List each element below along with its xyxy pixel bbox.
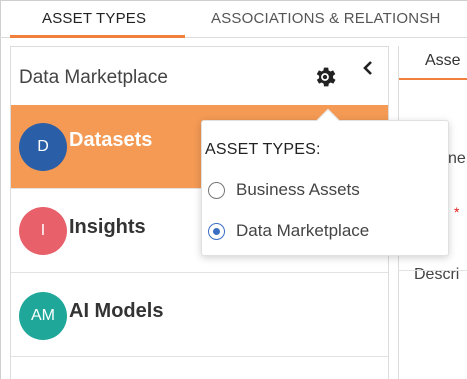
item-label: Datasets (69, 129, 153, 151)
panel-header: Data Marketplace (11, 47, 388, 105)
tab-associations-relationships[interactable]: ASSOCIATIONS & RELATIONSH (211, 10, 441, 27)
field-label-name: ne (448, 150, 466, 167)
item-label: AI Models (69, 300, 164, 322)
radio-unchecked-icon[interactable] (208, 181, 225, 199)
popover-title: ASSET TYPES: (205, 141, 321, 158)
active-tab-indicator (10, 35, 185, 38)
divider (398, 270, 467, 271)
frame-left-border (0, 0, 1, 379)
radio-option-data-marketplace[interactable]: Data Marketplace (208, 220, 369, 242)
chevron-left-icon[interactable] (361, 59, 379, 79)
radio-option-business-assets[interactable]: Business Assets (208, 179, 360, 201)
radio-dot (213, 227, 220, 235)
details-tab[interactable]: Asse (425, 52, 461, 70)
top-tab-bar: ASSET TYPES ASSOCIATIONS & RELATIONSH (0, 0, 467, 38)
avatar: I (19, 207, 67, 255)
asset-type-item-ai-models[interactable]: AM AI Models (11, 273, 388, 357)
option-label: Business Assets (236, 180, 360, 199)
avatar: AM (19, 292, 67, 340)
panel-title: Data Marketplace (19, 67, 168, 88)
field-label-description: Descri (414, 266, 460, 283)
details-tab-indicator (399, 78, 467, 80)
asset-types-popover: ASSET TYPES: Business Assets Data Market… (201, 108, 449, 256)
option-label: Data Marketplace (236, 221, 370, 240)
tab-asset-types[interactable]: ASSET TYPES (42, 10, 146, 27)
avatar: D (19, 123, 67, 171)
radio-checked-icon[interactable] (208, 222, 225, 240)
gear-icon[interactable] (310, 62, 340, 92)
item-label: Insights (69, 216, 146, 238)
required-mark: * (454, 204, 460, 220)
